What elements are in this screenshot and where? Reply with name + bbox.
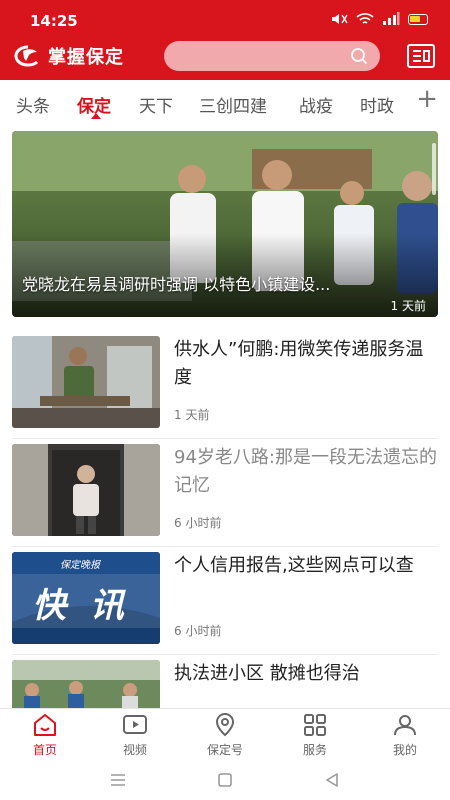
featured-title[interactable]: 党晓龙在易县调研时强调 以特色小镇建设... — [22, 271, 432, 295]
tab-toutiao[interactable]: 头条 — [16, 92, 50, 117]
tab-shizheng[interactable]: 时政 — [360, 92, 394, 117]
active-tab-indicator — [91, 113, 101, 119]
news-time: 6 小时前 — [174, 624, 222, 638]
mute-icon — [332, 14, 348, 24]
tab-tianxia[interactable]: 天下 — [139, 92, 173, 117]
nav-label: 首页 — [32, 743, 57, 757]
menu-icon[interactable] — [108, 770, 128, 790]
nav-mine[interactable]: 我的 — [370, 713, 440, 758]
nav-label: 视频 — [122, 743, 147, 757]
home-icon — [34, 714, 56, 736]
signal-icon — [383, 12, 400, 25]
video-icon — [123, 715, 147, 734]
nav-home[interactable]: 首页 — [10, 713, 80, 758]
nav-baodinghao[interactable]: 保定号 — [190, 713, 260, 758]
scroll-indicator — [432, 143, 436, 195]
tab-zhanyi[interactable]: 战疫 — [299, 92, 333, 117]
channel-tabs: 头条 保定 天下 三创四建 战疫 时政 + — [0, 80, 450, 124]
bottom-nav: 首页 视频 保定号 服务 我的 — [0, 708, 450, 762]
system-navigation-bar — [0, 762, 450, 800]
add-channel-button[interactable]: + — [416, 86, 438, 112]
thumb-headline: 快 讯 — [32, 586, 130, 626]
search-icon[interactable] — [350, 47, 368, 65]
featured-article[interactable]: 党晓龙在易县调研时强调 以特色小镇建设... 1 天前 — [12, 131, 438, 317]
divider — [12, 438, 438, 439]
news-time: 1 天前 — [174, 408, 210, 422]
thumb-caption: 保定晚报 — [60, 560, 100, 571]
grid-icon — [304, 714, 326, 736]
nav-label: 保定号 — [206, 743, 243, 757]
home-button-icon[interactable] — [215, 770, 235, 790]
wifi-icon — [356, 13, 374, 24]
news-thumbnail — [12, 336, 160, 428]
nav-service[interactable]: 服务 — [280, 713, 350, 758]
newspaper-icon[interactable] — [406, 43, 436, 69]
list-item[interactable]: 执法进小区 散摊也得治 — [12, 660, 438, 708]
news-title[interactable]: 执法进小区 散摊也得治 — [174, 660, 438, 688]
app-title: 掌握保定 — [48, 47, 124, 68]
app-header: 掌握保定 — [0, 40, 450, 80]
list-item[interactable]: 94岁老八路:那是一段无法遗忘的记忆 6 小时前 — [12, 444, 438, 536]
news-title[interactable]: 个人信用报告,这些网点可以查 — [174, 552, 440, 580]
nav-label: 我的 — [392, 743, 417, 757]
nav-video[interactable]: 视频 — [100, 713, 170, 758]
status-bar: 14:25 — [0, 0, 450, 40]
featured-time: 1 天前 — [390, 299, 426, 313]
logo-icon — [14, 45, 39, 67]
news-thumbnail — [12, 660, 160, 708]
news-title[interactable]: 94岁老八路:那是一段无法遗忘的记忆 — [174, 444, 440, 500]
search-input[interactable] — [164, 41, 380, 71]
news-thumbnail — [12, 444, 160, 536]
divider — [12, 546, 438, 547]
app-logo: 掌握保定 — [14, 43, 124, 69]
news-thumbnail: 保定晚报 快 讯 — [12, 552, 160, 644]
top-bar: 14:25 掌握保定 — [0, 0, 450, 80]
location-icon — [215, 713, 235, 737]
list-item[interactable]: 保定晚报 快 讯 个人信用报告,这些网点可以查 6 小时前 — [12, 552, 438, 644]
list-item[interactable]: 供水人”何鹏:用微笑传递服务温度 1 天前 — [12, 336, 438, 428]
divider — [12, 654, 438, 655]
user-icon — [394, 715, 416, 736]
back-icon[interactable] — [322, 770, 342, 790]
status-icons — [330, 12, 428, 26]
news-time: 6 小时前 — [174, 516, 222, 530]
tab-sanchuang[interactable]: 三创四建 — [199, 92, 267, 117]
nav-label: 服务 — [302, 743, 327, 757]
battery-icon — [408, 13, 428, 25]
status-time: 14:25 — [30, 12, 78, 30]
news-title[interactable]: 供水人”何鹏:用微笑传递服务温度 — [174, 336, 440, 392]
